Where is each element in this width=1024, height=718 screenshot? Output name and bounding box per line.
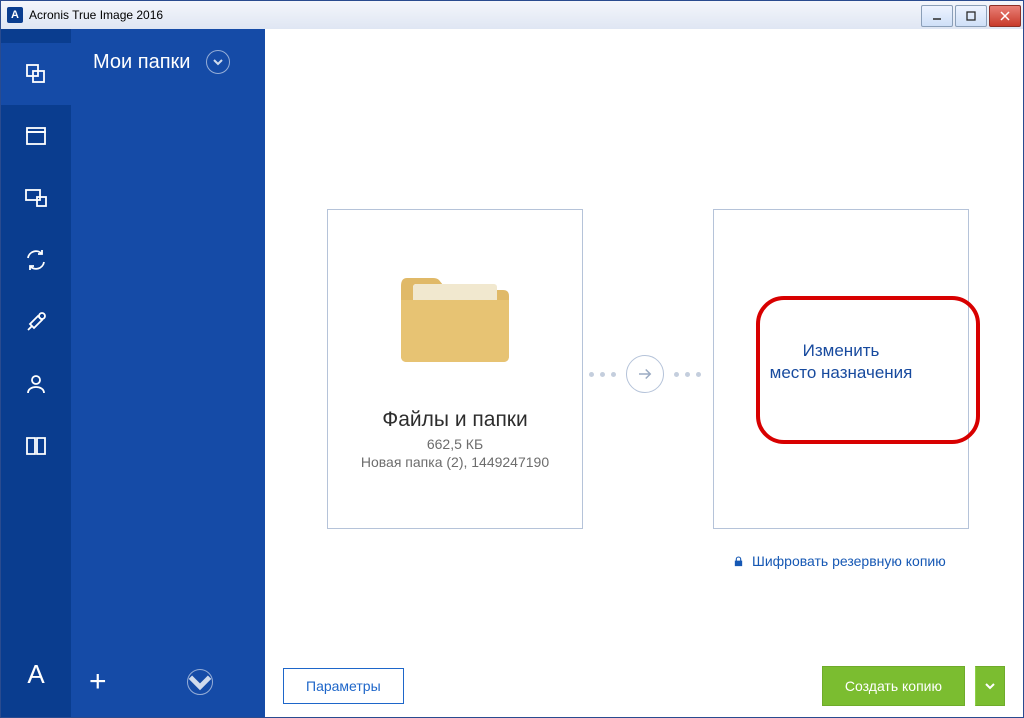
encrypt-label: Шифровать резервную копию [752, 553, 946, 569]
title-bar: A Acronis True Image 2016 [1, 1, 1023, 30]
source-size: 662,5 КБ [328, 436, 582, 452]
nav-sync-devices[interactable] [1, 167, 71, 229]
create-copy-dropdown[interactable] [975, 666, 1005, 706]
flow-connector [589, 355, 701, 393]
maximize-button[interactable] [955, 5, 987, 27]
nav-account[interactable] [1, 353, 71, 415]
window-title: Acronis True Image 2016 [29, 8, 163, 22]
nav-sync[interactable] [1, 229, 71, 291]
params-button[interactable]: Параметры [283, 668, 404, 704]
add-backup-button[interactable]: + [89, 665, 107, 699]
arrow-icon [626, 355, 664, 393]
side-panel-dropdown[interactable] [206, 50, 230, 74]
create-copy-button[interactable]: Создать копию [822, 666, 965, 706]
lock-icon [733, 556, 744, 567]
nav-archive[interactable] [1, 105, 71, 167]
side-more-button[interactable] [187, 669, 213, 695]
close-button[interactable] [989, 5, 1021, 27]
encrypt-link[interactable]: Шифровать резервную копию [733, 553, 946, 569]
nav-tools[interactable] [1, 291, 71, 353]
app-window: A Acronis True Image 2016 A Мои папки [0, 0, 1024, 718]
destination-text: Изменить место назначения [714, 340, 968, 384]
nav-rail: A [1, 29, 71, 717]
side-panel: Мои папки + [71, 29, 265, 717]
nav-acronis-logo[interactable]: A [1, 643, 71, 705]
source-card[interactable]: Файлы и папки 662,5 КБ Новая папка (2), … [327, 209, 583, 529]
folder-icon [395, 266, 515, 371]
source-subtitle: Новая папка (2), 1449247190 [328, 454, 582, 470]
minimize-button[interactable] [921, 5, 953, 27]
nav-backup[interactable] [1, 43, 71, 105]
nav-help[interactable] [1, 415, 71, 477]
destination-card[interactable]: Изменить место назначения [713, 209, 969, 529]
main-area: Файлы и папки 662,5 КБ Новая папка (2), … [265, 29, 1023, 717]
side-panel-title: Мои папки [93, 51, 190, 74]
app-icon: A [7, 7, 23, 23]
source-title: Файлы и папки [328, 408, 582, 432]
bottom-bar: Параметры Создать копию [265, 655, 1023, 717]
